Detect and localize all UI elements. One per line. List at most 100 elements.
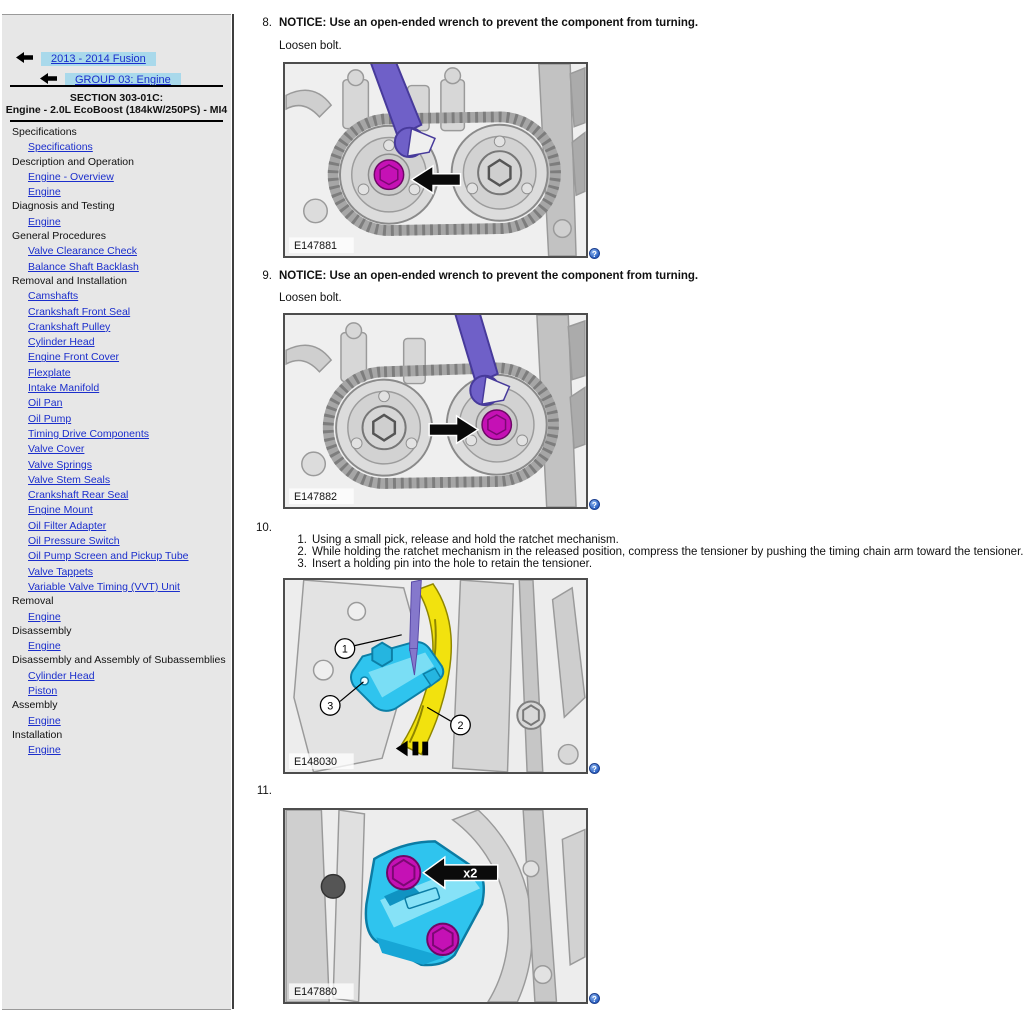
sidebar: 2013 - 2014 Fusion GROUP 03: Engine SECT…	[2, 14, 231, 1010]
help-icon[interactable]: ?	[589, 763, 600, 774]
nav-link-oil-pan[interactable]: Oil Pan	[28, 397, 62, 409]
nav-link-oil-pump[interactable]: Oil Pump	[28, 413, 71, 425]
nav-link-row: Valve Stem Seals	[2, 472, 231, 487]
step-number: 10.	[252, 522, 272, 534]
substep-number: 2.	[293, 546, 307, 558]
nav-link-cylinder-head[interactable]: Cylinder Head	[28, 670, 95, 682]
nav-category: Description and Operation	[2, 155, 231, 169]
nav-link-row: Engine	[2, 184, 231, 199]
nav-link-row: Valve Clearance Check	[2, 243, 231, 258]
nav-link-timing-drive-components[interactable]: Timing Drive Components	[28, 428, 149, 440]
substep-text: Using a small pick, release and hold the…	[312, 534, 619, 546]
nav-link-engine[interactable]: Engine	[28, 186, 61, 198]
nav-link-row: Piston	[2, 683, 231, 698]
figure-label: E147881	[294, 240, 337, 252]
nav-link-crankshaft-pulley[interactable]: Crankshaft Pulley	[28, 321, 110, 333]
nav-link-balance-shaft-backlash[interactable]: Balance Shaft Backlash	[28, 261, 139, 273]
nav-link-engine-front-cover[interactable]: Engine Front Cover	[28, 351, 119, 363]
figure-e147880: x2 E147880	[283, 808, 588, 1004]
nav-link-valve-stem-seals[interactable]: Valve Stem Seals	[28, 474, 110, 486]
nav-link-row: Balance Shaft Backlash	[2, 259, 231, 274]
substep-number: 1.	[293, 534, 307, 546]
nav-link-intake-manifold[interactable]: Intake Manifold	[28, 382, 99, 394]
substep-text: Insert a holding pin into the hole to re…	[312, 558, 592, 570]
step-body: Loosen bolt.	[279, 292, 342, 304]
nav-link-row: Crankshaft Pulley	[2, 319, 231, 334]
nav-link-row: Engine Mount	[2, 502, 231, 517]
nav-link-row: Oil Filter Adapter	[2, 518, 231, 533]
nav-category: Disassembly and Assembly of Subassemblie…	[2, 653, 231, 667]
figure-label: E147880	[294, 986, 337, 998]
nav-category: General Procedures	[2, 229, 231, 243]
nav-link-engine-overview[interactable]: Engine - Overview	[28, 171, 114, 183]
breadcrumb: 2013 - 2014 Fusion	[16, 50, 156, 68]
nav-link-row: Flexplate	[2, 365, 231, 380]
nav-link-row: Engine	[2, 742, 231, 757]
divider	[10, 120, 223, 122]
nav-link-engine[interactable]: Engine	[28, 640, 61, 652]
callout-2: 2	[451, 715, 471, 735]
nav-link-valve-clearance-check[interactable]: Valve Clearance Check	[28, 245, 137, 257]
help-icon[interactable]: ?	[589, 499, 600, 510]
nav-link-row: Specifications	[2, 139, 231, 154]
svg-text:x2: x2	[463, 866, 477, 881]
nav-link-row: Oil Pump Screen and Pickup Tube	[2, 548, 231, 563]
substep-text: While holding the ratchet mechanism in t…	[312, 546, 1023, 558]
tensioner-bolt-bottom-magenta	[427, 924, 458, 955]
nav-link-specifications[interactable]: Specifications	[28, 141, 93, 153]
nav-link-oil-filter-adapter[interactable]: Oil Filter Adapter	[28, 520, 106, 532]
camshaft-bolt-magenta	[482, 410, 511, 439]
figure-e147881: E147881	[283, 62, 588, 258]
nav-link-engine[interactable]: Engine	[28, 216, 61, 228]
camshaft-bolt-magenta	[374, 160, 403, 189]
nav-link-row: Engine	[2, 214, 231, 229]
timing-sprocket-left-bolt-illustration: E147881	[285, 64, 586, 256]
help-icon[interactable]: ?	[589, 993, 600, 1004]
nav-link-engine[interactable]: Engine	[28, 744, 61, 756]
timing-sprocket-right-bolt-illustration: E147882	[285, 315, 586, 507]
nav-link-valve-springs[interactable]: Valve Springs	[28, 459, 92, 471]
nav-link-flexplate[interactable]: Flexplate	[28, 367, 71, 379]
section-title-line1: SECTION 303-01C:	[4, 92, 229, 105]
nav-link-engine[interactable]: Engine	[28, 611, 61, 623]
nav-category: Removal and Installation	[2, 274, 231, 288]
callout-3: 3	[320, 696, 340, 716]
nav-link-row: Cylinder Head	[2, 334, 231, 349]
nav-link-row: Oil Pump	[2, 411, 231, 426]
nav-link-row: Timing Drive Components	[2, 426, 231, 441]
nav-category: Diagnosis and Testing	[2, 199, 231, 213]
nav-link-cylinder-head[interactable]: Cylinder Head	[28, 336, 95, 348]
nav-link-variable-valve-timing-vvt-unit[interactable]: Variable Valve Timing (VVT) Unit	[28, 581, 180, 593]
right-camshaft-sprocket	[452, 125, 548, 221]
nav-link-valve-cover[interactable]: Valve Cover	[28, 443, 84, 455]
nav-link-piston[interactable]: Piston	[28, 685, 57, 697]
back-arrow-icon[interactable]	[16, 50, 33, 68]
nav-category: Disassembly	[2, 624, 231, 638]
nav-link-row: Oil Pan	[2, 395, 231, 410]
nav-link-oil-pressure-switch[interactable]: Oil Pressure Switch	[28, 535, 120, 547]
nav-link-crankshaft-rear-seal[interactable]: Crankshaft Rear Seal	[28, 489, 128, 501]
help-icon[interactable]: ?	[589, 248, 600, 259]
nav-category: Installation	[2, 728, 231, 742]
nav-link-valve-tappets[interactable]: Valve Tappets	[28, 566, 93, 578]
substep-number: 3.	[293, 558, 307, 570]
nav-link-row: Valve Springs	[2, 457, 231, 472]
nav-link-engine[interactable]: Engine	[28, 715, 61, 727]
nav-link-crankshaft-front-seal[interactable]: Crankshaft Front Seal	[28, 306, 130, 318]
step-number: 9.	[252, 270, 272, 282]
svg-text:3: 3	[327, 700, 333, 712]
breadcrumb-vehicle-link[interactable]: 2013 - 2014 Fusion	[41, 52, 156, 66]
left-camshaft-sprocket	[336, 380, 432, 476]
figure-label: E147882	[294, 491, 337, 503]
nav-link-camshafts[interactable]: Camshafts	[28, 290, 78, 302]
svg-text:1: 1	[342, 643, 348, 655]
nav-link-row: Valve Cover	[2, 441, 231, 456]
nav-link-engine-mount[interactable]: Engine Mount	[28, 504, 93, 516]
nav-link-oil-pump-screen-and-pickup-tube[interactable]: Oil Pump Screen and Pickup Tube	[28, 550, 189, 562]
nav-link-row: Valve Tappets	[2, 564, 231, 579]
nav-link-row: Oil Pressure Switch	[2, 533, 231, 548]
step-number: 11.	[252, 785, 272, 797]
nav-category: Removal	[2, 594, 231, 608]
nav-link-row: Engine	[2, 713, 231, 728]
nav-link-row: Engine - Overview	[2, 169, 231, 184]
